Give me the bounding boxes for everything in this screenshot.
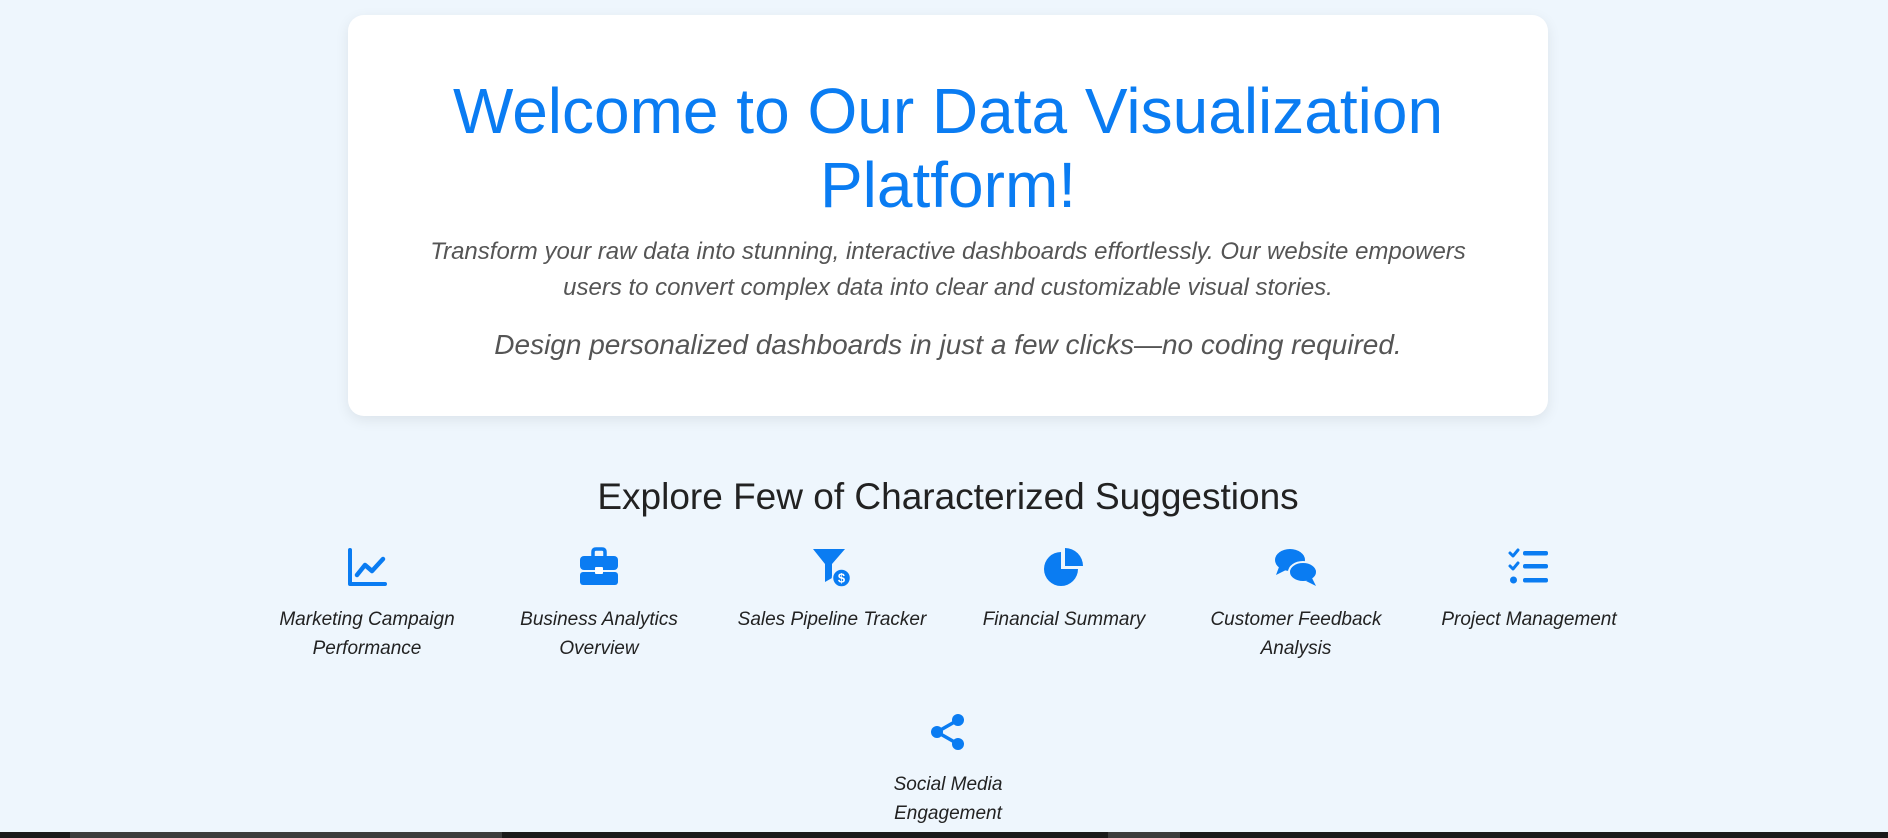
suggestions-title: Explore Few of Characterized Suggestions bbox=[597, 476, 1299, 517]
pie-chart-icon bbox=[1044, 548, 1083, 586]
hero-subtitle: Design personalized dashboards in just a… bbox=[494, 329, 1402, 360]
suggestion-sales-pipeline[interactable]: $ Sales Pipeline Tracker bbox=[732, 545, 932, 634]
suggestion-customer-feedback[interactable]: Customer Feedback Analysis bbox=[1196, 545, 1396, 663]
scrollbar-thumb[interactable] bbox=[70, 832, 502, 838]
suggestion-label: Sales Pipeline Tracker bbox=[737, 609, 927, 630]
briefcase-icon bbox=[580, 547, 618, 585]
funnel-dollar-icon: $ bbox=[813, 549, 852, 588]
suggestion-marketing-campaign[interactable]: Marketing Campaign Performance bbox=[267, 545, 467, 663]
suggestion-label: Financial Summary bbox=[982, 609, 1146, 630]
comments-icon bbox=[1275, 549, 1318, 586]
suggestion-social-media[interactable]: Social Media Engagement bbox=[848, 710, 1048, 828]
chart-line-icon bbox=[348, 548, 387, 586]
list-check-icon bbox=[1508, 548, 1548, 584]
suggestion-label: Project Management bbox=[1441, 609, 1617, 630]
suggestion-label: Marketing Campaign Performance bbox=[279, 609, 455, 659]
hero-lead-text: Transform your raw data into stunning, i… bbox=[430, 238, 1466, 301]
bottom-scrollbar[interactable] bbox=[0, 832, 1888, 838]
scrollbar-segment bbox=[1108, 832, 1180, 838]
hero-title: Welcome to Our Data Visualization Platfo… bbox=[452, 75, 1444, 221]
suggestion-financial-summary[interactable]: Financial Summary bbox=[964, 545, 1164, 634]
suggestion-project-management[interactable]: Project Management bbox=[1429, 545, 1629, 634]
share-nodes-icon bbox=[931, 714, 964, 750]
suggestion-label: Business Analytics Overview bbox=[520, 609, 678, 659]
suggestion-business-analytics[interactable]: Business Analytics Overview bbox=[499, 545, 699, 663]
suggestion-label: Customer Feedback Analysis bbox=[1210, 609, 1382, 659]
hero-card: Welcome to Our Data Visualization Platfo… bbox=[348, 15, 1548, 416]
suggestion-label: Social Media Engagement bbox=[893, 774, 1003, 824]
svg-text:$: $ bbox=[838, 571, 846, 586]
